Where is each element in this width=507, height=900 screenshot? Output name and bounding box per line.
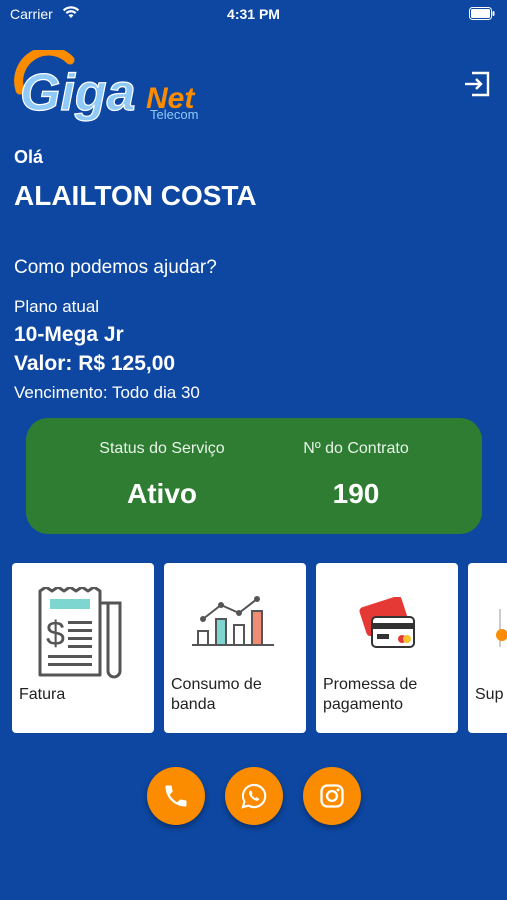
logo-telecom-text: Telecom [150,107,198,122]
card-fatura[interactable]: $ Fatura [12,563,154,733]
contract-number-value: 190 [332,478,380,509]
card-promessa-de-pagamento[interactable]: Promessa de pagamento [316,563,458,733]
service-status-label: Status do Serviço [99,440,225,457]
whatsapp-icon [241,783,267,809]
card-label-consumo-de-banda: Consumo de banda [171,676,262,713]
plan-value: Valor: R$ 125,00 [14,352,176,375]
phone-icon [165,785,187,807]
phone-button[interactable] [147,767,205,825]
greeting: Olá [14,147,44,167]
service-status-card: Status do Serviço Ativo Nº do Contrato 1… [26,418,482,534]
giganet-logo: Giga Net Telecom [14,50,198,123]
status-bar: Carrier 4:31 PM [0,0,507,28]
card-label-suporte: Sup [475,686,504,703]
help-text: Como podemos ajudar? [14,257,217,278]
clock: 4:31 PM [227,6,280,22]
logout-icon[interactable] [462,70,492,98]
contract-number: Nº do Contrato 190 [271,440,441,510]
card-label-fatura: Fatura [19,686,66,703]
bandwidth-chart-icon [192,596,274,646]
service-status-value: Ativo [127,478,197,509]
support-icon [496,609,507,647]
invoice-icon: $ [38,587,122,679]
whatsapp-button[interactable] [225,767,283,825]
battery-icon [469,7,495,20]
svg-text:$: $ [46,615,65,653]
user-name: ALAILTON COSTA [14,180,257,211]
card-consumo-de-banda[interactable]: Consumo de banda [164,563,306,733]
contract-number-label: Nº do Contrato [303,440,409,457]
logo-giga-text: Giga [20,64,136,122]
card-suporte[interactable]: Sup [468,563,507,733]
menu-cards: $ Fatura Consumo de banda Promessa de pa… [0,563,507,735]
credit-card-icon [359,597,415,648]
plan-due-date: Vencimento: Todo dia 30 [14,383,200,402]
service-status: Status do Serviço Ativo [77,440,247,510]
instagram-icon [320,784,344,808]
plan-label: Plano atual [14,297,100,316]
plan-name: 10-Mega Jr [14,323,124,346]
instagram-button[interactable] [303,767,361,825]
card-label-promessa-de-pagamento: Promessa de pagamento [323,676,418,713]
